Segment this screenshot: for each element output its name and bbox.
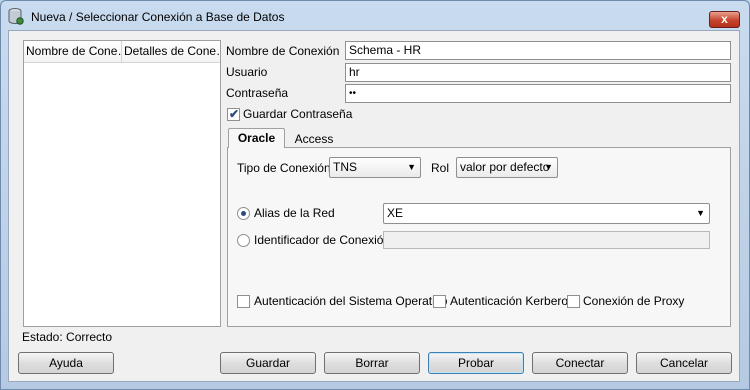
- connection-name-field[interactable]: Schema - HR: [345, 41, 731, 60]
- network-alias-radio[interactable]: [237, 207, 250, 220]
- role-label: Rol: [431, 161, 450, 175]
- close-icon: x: [721, 12, 728, 26]
- proxy-connection-label[interactable]: Conexión de Proxy: [583, 294, 684, 308]
- save-password-label[interactable]: Guardar Contraseña: [243, 107, 352, 121]
- chevron-down-icon: ▼: [696, 208, 705, 218]
- network-alias-dropdown[interactable]: XE ▼: [383, 203, 710, 224]
- title-bar[interactable]: Nueva / Seleccionar Conexión a Base de D…: [1, 1, 749, 31]
- connect-identifier-field: [383, 231, 710, 249]
- connection-type-dropdown[interactable]: TNS ▼: [329, 157, 421, 178]
- close-button[interactable]: x: [709, 11, 740, 28]
- os-auth-checkbox[interactable]: [237, 295, 250, 308]
- kerberos-auth-checkbox[interactable]: [433, 295, 446, 308]
- status-text: Estado: Correcto: [22, 330, 113, 344]
- connections-table[interactable]: Nombre de Cone… Detalles de Cone…: [23, 40, 221, 327]
- database-icon: [8, 8, 24, 25]
- window-title: Nueva / Seleccionar Conexión a Base de D…: [31, 10, 285, 24]
- check-icon: ✔: [229, 107, 240, 121]
- clear-button[interactable]: Borrar: [324, 352, 420, 374]
- connect-button[interactable]: Conectar: [532, 352, 628, 374]
- tab-access[interactable]: Access: [290, 131, 338, 147]
- save-password-checkbox[interactable]: ✔: [227, 107, 240, 121]
- connection-name-label: Nombre de Conexión: [226, 44, 340, 58]
- network-alias-value: XE: [387, 206, 404, 220]
- connect-identifier-radio[interactable]: [237, 234, 250, 247]
- connect-identifier-label[interactable]: Identificador de Conexión: [254, 233, 390, 247]
- connection-type-value: TNS: [333, 160, 357, 174]
- os-auth-label[interactable]: Autenticación del Sistema Operativo: [254, 294, 447, 308]
- role-value: valor por defecto: [460, 160, 550, 174]
- role-dropdown[interactable]: valor por defecto ▼: [456, 157, 558, 178]
- password-field[interactable]: ••: [345, 84, 731, 103]
- chevron-down-icon: ▼: [544, 162, 553, 172]
- test-button[interactable]: Probar: [428, 352, 524, 374]
- save-button[interactable]: Guardar: [220, 352, 316, 374]
- cancel-button[interactable]: Cancelar: [636, 352, 732, 374]
- proxy-connection-checkbox[interactable]: [567, 295, 580, 308]
- user-label: Usuario: [226, 65, 268, 79]
- help-button[interactable]: Ayuda: [18, 352, 114, 374]
- radio-selected-dot: [241, 211, 246, 216]
- kerberos-auth-label[interactable]: Autenticación Kerberos: [450, 294, 574, 308]
- column-header-details[interactable]: Detalles de Cone…: [122, 41, 220, 63]
- connection-type-label: Tipo de Conexión: [237, 161, 331, 175]
- network-alias-label[interactable]: Alias de la Red: [254, 206, 335, 220]
- password-label: Contraseña: [226, 86, 289, 100]
- chevron-down-icon: ▼: [407, 162, 416, 172]
- tab-oracle[interactable]: Oracle: [228, 128, 285, 148]
- column-header-name[interactable]: Nombre de Cone…: [24, 41, 122, 63]
- user-field[interactable]: hr: [345, 63, 731, 82]
